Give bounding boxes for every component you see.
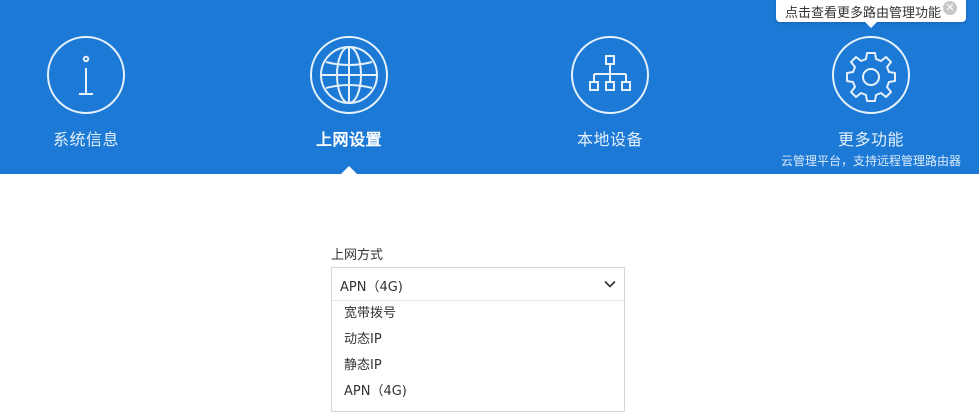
nav-label-internet-settings: 上网设置 [315,130,382,149]
nav-item-system-info[interactable]: 系统信息 [0,0,186,174]
connection-type-label: 上网方式 [331,248,384,263]
close-icon[interactable]: ✕ [943,1,957,15]
dropdown-option-dhcp[interactable]: 动态IP [332,327,624,353]
nav-label-local-devices: 本地设备 [576,130,643,149]
dropdown-option-static-ip[interactable]: 静态IP [332,353,624,379]
dropdown-option-apn-4g[interactable]: APN（4G) [332,379,624,405]
dropdown-option-pppoe[interactable]: 宽带拨号 [332,301,624,327]
nav-item-internet-settings[interactable]: 上网设置 [249,0,449,174]
tooltip-text: 点击查看更多路由管理功能 [785,6,942,21]
nav-label-more-features: 更多功能 [837,130,904,149]
chevron-down-icon [604,280,616,288]
top-nav-bar: 系统信息 上网设置 本地设备 更多功能 云管理平台，支持远程管理路由器 [0,0,979,175]
network-tree-icon [571,36,649,114]
active-tab-pointer [340,166,358,175]
connection-type-selected-value: APN（4G) [340,280,403,295]
info-icon [47,36,125,114]
more-features-tooltip: 点击查看更多路由管理功能 ✕ [776,0,966,28]
gear-icon [832,36,910,114]
nav-item-local-devices[interactable]: 本地设备 [510,0,710,174]
globe-icon [310,36,388,114]
tooltip-arrow [864,21,878,28]
connection-type-dropdown: 宽带拨号 动态IP 静态IP APN（4G) [331,300,625,412]
connection-type-select[interactable]: APN（4G) [331,267,625,301]
nav-sublabel-cloud-management: 云管理平台，支持远程管理路由器 [780,154,961,168]
nav-label-system-info: 系统信息 [52,130,119,149]
